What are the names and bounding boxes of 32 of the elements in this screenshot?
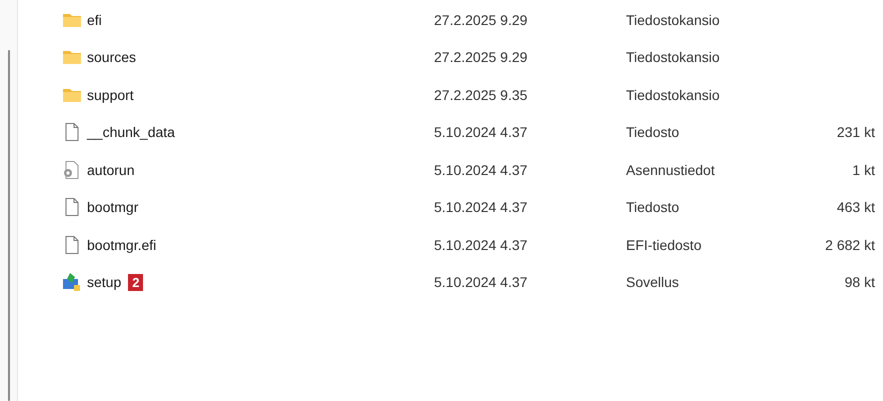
number-badge: 2 [128,274,144,291]
file-name[interactable]: efi [87,12,102,28]
file-type: EFI-tiedosto [626,236,702,253]
file-name[interactable]: sources [87,49,136,66]
installer-icon [62,272,82,292]
scrollbar[interactable] [8,50,10,401]
file-type: Tiedostokansio [626,12,721,28]
file-type: Sovellus [626,274,680,290]
file-size: 98 kt [844,274,875,290]
file-name[interactable]: support [87,86,134,103]
modified-date: 5.10.2024 4.37 [434,199,528,216]
file-size: 2 682 kt [824,236,875,253]
modified-date: 5.10.2024 4.37 [434,124,528,140]
file-size: 1 kt [851,162,875,178]
modified-date: 5.10.2024 4.37 [434,236,528,253]
modified-date: 27.2.2025 9.35 [434,86,528,103]
file-name[interactable]: autorun [87,162,134,178]
file-size: 463 kt [836,199,875,216]
file-type: Tiedosto [626,124,680,140]
file-type: Tiedostokansio [626,86,721,103]
file-type: Asennustiedot [626,162,716,178]
file-name[interactable]: setup [87,274,122,290]
modified-date: 5.10.2024 4.37 [434,274,528,290]
file-type: Tiedostokansio [626,49,721,66]
file-name[interactable]: __chunk_data [87,124,175,140]
modified-date: 5.10.2024 4.37 [434,162,528,178]
file-name[interactable]: bootmgr.efi [87,236,156,253]
modified-date: 27.2.2025 9.29 [434,49,528,66]
file-type: Tiedosto [626,199,680,216]
file-name[interactable]: bootmgr [87,199,138,216]
modified-date: 27.2.2025 9.29 [434,12,528,28]
file-size: 231 kt [836,124,875,140]
